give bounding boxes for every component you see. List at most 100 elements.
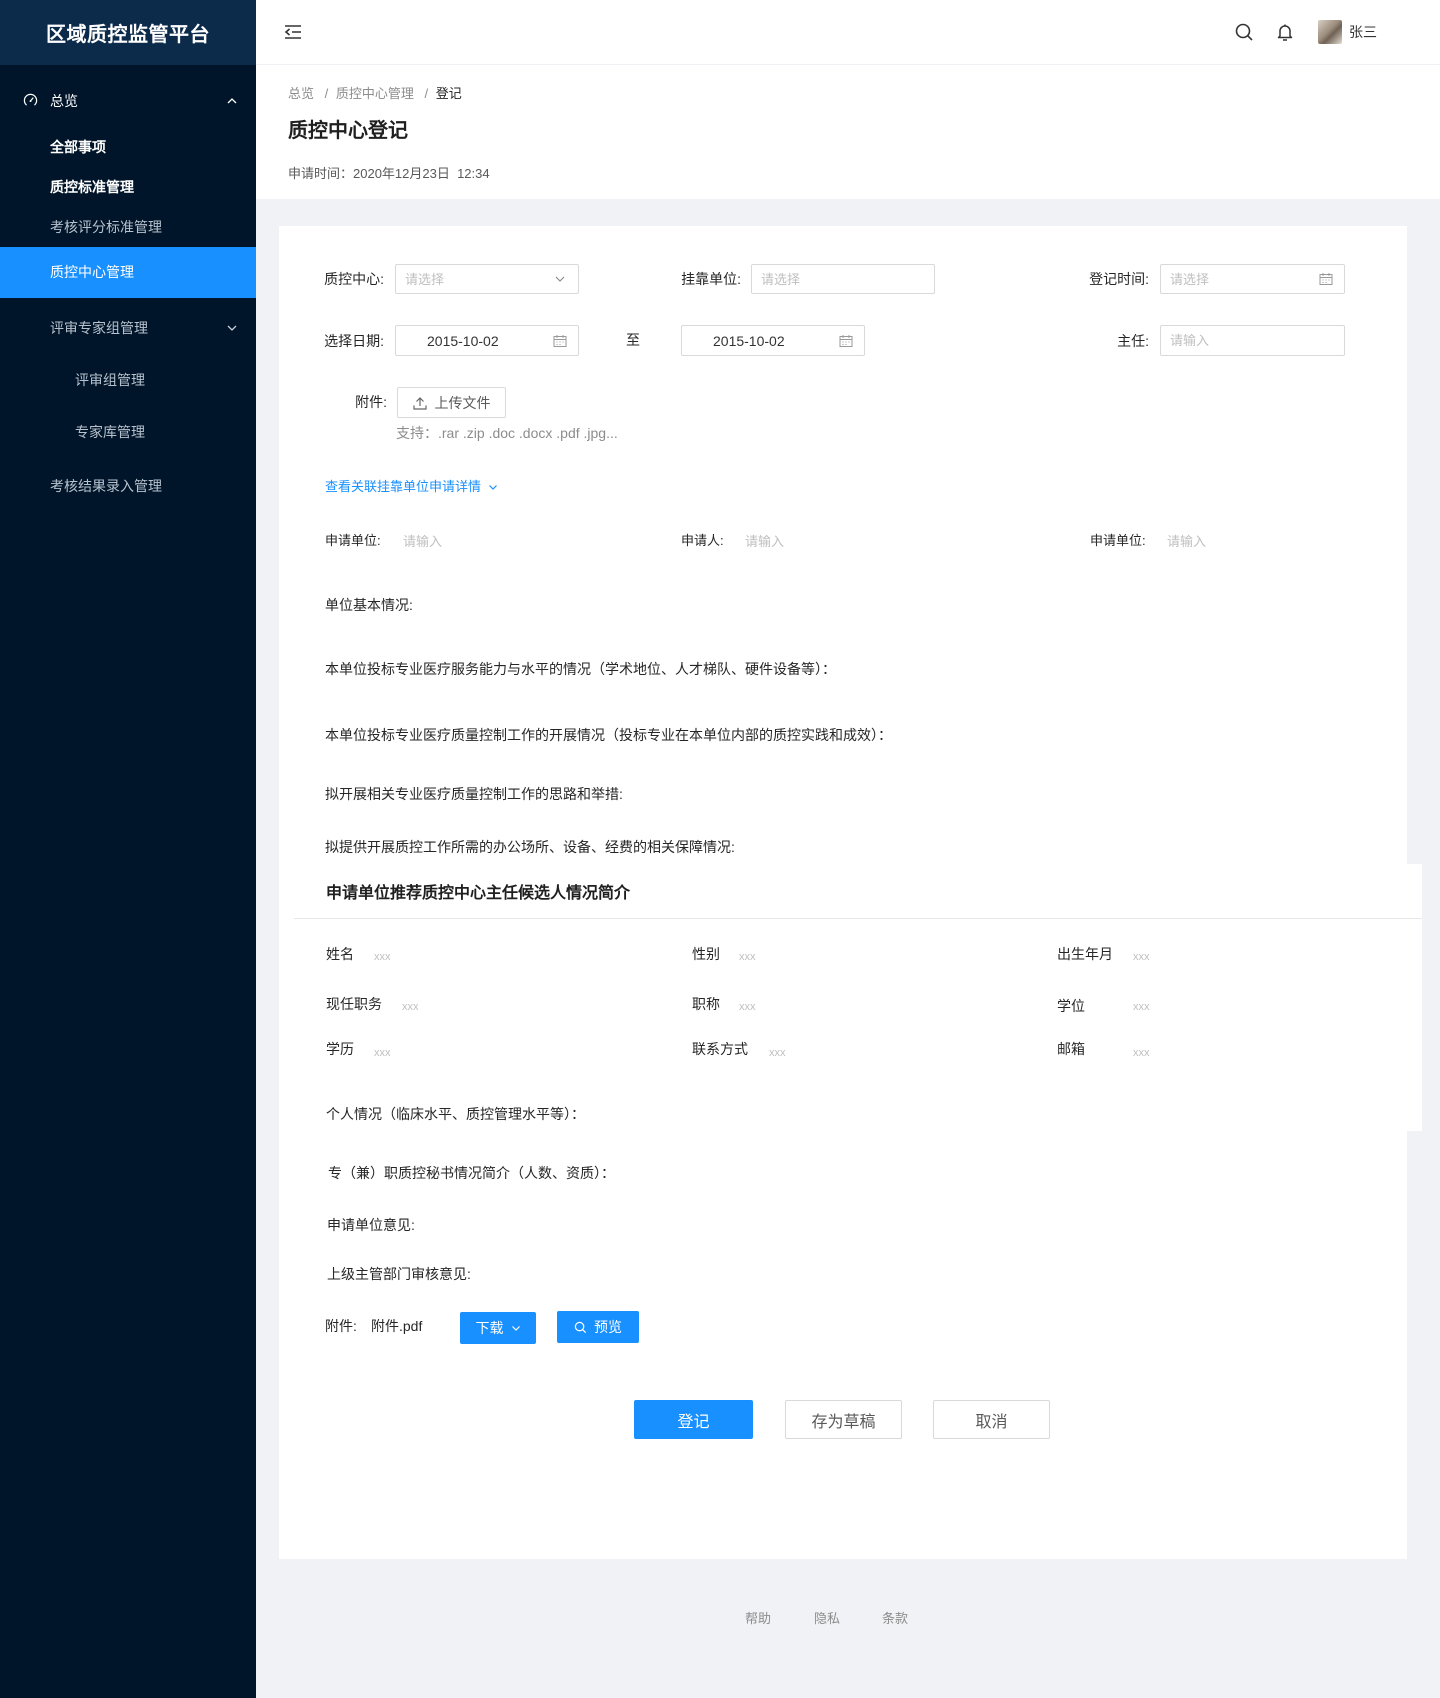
start-date-input[interactable] <box>396 326 578 355</box>
sidebar-item-expert-groups[interactable]: 评审专家组管理 <box>0 308 256 348</box>
unit-service-capacity: 本单位投标专业医疗服务能力与水平的情况（学术地位、人才梯队、硬件设备等）： <box>325 661 836 677</box>
footer-link-terms[interactable]: 条款 <box>881 1609 909 1629</box>
candidate-personal-info: 个人情况（临床水平、质控管理水平等）： <box>326 1106 585 1122</box>
preview-button[interactable]: 预览 <box>557 1311 639 1343</box>
candidate-birth-label: 出生年月 <box>1057 946 1113 962</box>
director-input[interactable] <box>1161 326 1344 355</box>
breadcrumb-overview[interactable]: 总览 <box>288 86 314 101</box>
page-header: 总览 / 质控中心管理 / 登记 质控中心登记 申请时间：2020年12月23日… <box>256 65 1440 199</box>
register-time-picker[interactable] <box>1160 264 1345 294</box>
sidebar-item-label: 全部事项 <box>50 139 106 155</box>
unit-basic-info: 单位基本情况: <box>325 597 413 613</box>
sidebar-item-label: 评审组管理 <box>75 372 145 388</box>
breadcrumb-current: 登记 <box>435 86 462 101</box>
sidebar-item-label: 专家库管理 <box>75 424 145 440</box>
register-button[interactable]: 登记 <box>634 1400 753 1439</box>
preview-label: 预览 <box>594 1319 622 1335</box>
page-title: 质控中心登记 <box>288 120 408 142</box>
applicant-input[interactable] <box>745 531 905 551</box>
date-range-label: 选择日期: <box>324 333 384 349</box>
sidebar-item-review-groups[interactable]: 评审组管理 <box>0 360 256 400</box>
sidebar-item-result-entry[interactable]: 考核结果录入管理 <box>0 466 256 506</box>
quality-center-select-input[interactable] <box>396 265 578 293</box>
unit-qc-practice: 本单位投标专业医疗质量控制工作的开展情况（投标专业在本单位内部的质控实践和成效）… <box>325 727 892 743</box>
chevron-up-icon <box>226 95 238 107</box>
applicant-unit-input-2[interactable] <box>1167 531 1327 551</box>
candidate-degree-value: xxx <box>1133 1001 1150 1013</box>
attachment-label: 附件: <box>355 394 387 410</box>
sidebar-item-all-items[interactable]: 全部事项 <box>0 127 256 167</box>
affiliated-unit-input[interactable] <box>752 265 934 293</box>
file-name: 附件.pdf <box>371 1318 423 1334</box>
register-label: 登记 <box>677 1413 710 1431</box>
cancel-label: 取消 <box>975 1413 1008 1431</box>
sidebar-item-label: 质控中心管理 <box>50 264 134 280</box>
chevron-down-icon <box>226 322 238 334</box>
related-application-link-label: 查看关联挂靠单位申请详情 <box>325 479 482 494</box>
dashboard-icon <box>23 93 38 108</box>
end-date-picker[interactable] <box>681 325 865 356</box>
sidebar-item-qc-standards[interactable]: 质控标准管理 <box>0 167 256 207</box>
search-icon[interactable] <box>1234 22 1254 42</box>
candidate-title-value: xxx <box>739 1001 756 1013</box>
sidebar-item-label: 评审专家组管理 <box>50 320 148 336</box>
download-button[interactable]: 下载 <box>460 1312 536 1344</box>
footer-link-help[interactable]: 帮助 <box>744 1609 772 1629</box>
applicant-label: 申请人: <box>681 533 724 548</box>
cancel-button[interactable]: 取消 <box>933 1400 1050 1439</box>
date-range-separator: 至 <box>626 332 640 348</box>
user-name[interactable]: 张三 <box>1349 22 1377 42</box>
director-label: 主任: <box>1117 333 1149 349</box>
avatar[interactable] <box>1318 20 1342 44</box>
affiliated-unit-field[interactable] <box>751 264 935 294</box>
unit-support-conditions: 拟提供开展质控工作所需的办公场所、设备、经费的相关保障情况: <box>325 839 735 855</box>
register-time-label: 登记时间: <box>1089 271 1149 287</box>
sidebar-item-overview[interactable]: 总览 <box>0 81 256 121</box>
sidebar-item-label: 总览 <box>50 93 78 109</box>
candidate-position-label: 现任职务 <box>326 996 382 1012</box>
sidebar-item-scoring-standards[interactable]: 考核评分标准管理 <box>0 207 256 247</box>
footer-link-privacy[interactable]: 隐私 <box>813 1609 841 1629</box>
download-label: 下载 <box>475 1320 504 1336</box>
quality-center-label: 质控中心: <box>324 271 384 287</box>
secretary-info: 专（兼）职质控秘书情况简介（人数、资质）： <box>328 1165 615 1181</box>
candidate-name-label: 姓名 <box>326 946 354 962</box>
end-date-input[interactable] <box>682 326 864 355</box>
breadcrumb-qc-center[interactable]: 质控中心管理 <box>336 86 414 101</box>
chevron-down-icon <box>511 1323 521 1333</box>
candidate-education-value: xxx <box>374 1047 391 1059</box>
candidate-contact-value: xxx <box>769 1047 786 1059</box>
sidebar-item-expert-library[interactable]: 专家库管理 <box>0 412 256 452</box>
candidate-degree-label: 学位 <box>1057 998 1085 1014</box>
candidate-section-title: 申请单位推荐质控中心主任候选人情况简介 <box>326 885 631 902</box>
candidate-section: 申请单位推荐质控中心主任候选人情况简介 姓名 xxx 性别 xxx 出生年月 x… <box>294 864 1422 1131</box>
unit-qc-plan: 拟开展相关专业医疗质量控制工作的思路和举措: <box>325 786 623 802</box>
sidebar-item-qc-center[interactable]: 质控中心管理 <box>0 247 256 298</box>
candidate-position-value: xxx <box>402 1001 419 1013</box>
applicant-unit-input[interactable] <box>403 531 563 551</box>
save-draft-button[interactable]: 存为草稿 <box>785 1400 902 1439</box>
breadcrumb-separator: / <box>324 86 329 101</box>
start-date-picker[interactable] <box>395 325 579 356</box>
bell-icon[interactable] <box>1275 22 1295 42</box>
upload-file-button[interactable]: 上传文件 <box>397 387 506 418</box>
director-field[interactable] <box>1160 325 1345 356</box>
sidebar-item-label: 质控标准管理 <box>50 179 134 195</box>
search-icon <box>574 1321 587 1334</box>
menu-fold-icon[interactable] <box>283 22 303 42</box>
app-logo: 区域质控监管平台 <box>0 0 256 65</box>
upload-hint: 支持：.rar .zip .doc .docx .pdf .jpg... <box>396 425 618 441</box>
quality-center-select[interactable] <box>395 264 579 294</box>
candidate-email-label: 邮箱 <box>1057 1041 1085 1057</box>
sidebar-item-label: 考核评分标准管理 <box>50 219 162 235</box>
supervisor-opinion: 上级主管部门审核意见: <box>327 1266 471 1282</box>
apply-time: 申请时间：2020年12月23日 12:34 <box>288 166 490 181</box>
affiliated-unit-label: 挂靠单位: <box>681 271 741 287</box>
upload-file-label: 上传文件 <box>434 394 491 411</box>
register-time-input[interactable] <box>1161 265 1344 293</box>
chevron-down-icon <box>488 482 498 492</box>
candidate-email-value: xxx <box>1133 1047 1150 1059</box>
related-application-link[interactable]: 查看关联挂靠单位申请详情 <box>325 477 498 497</box>
candidate-gender-value: xxx <box>739 951 756 963</box>
sidebar-item-label: 考核结果录入管理 <box>50 478 162 494</box>
